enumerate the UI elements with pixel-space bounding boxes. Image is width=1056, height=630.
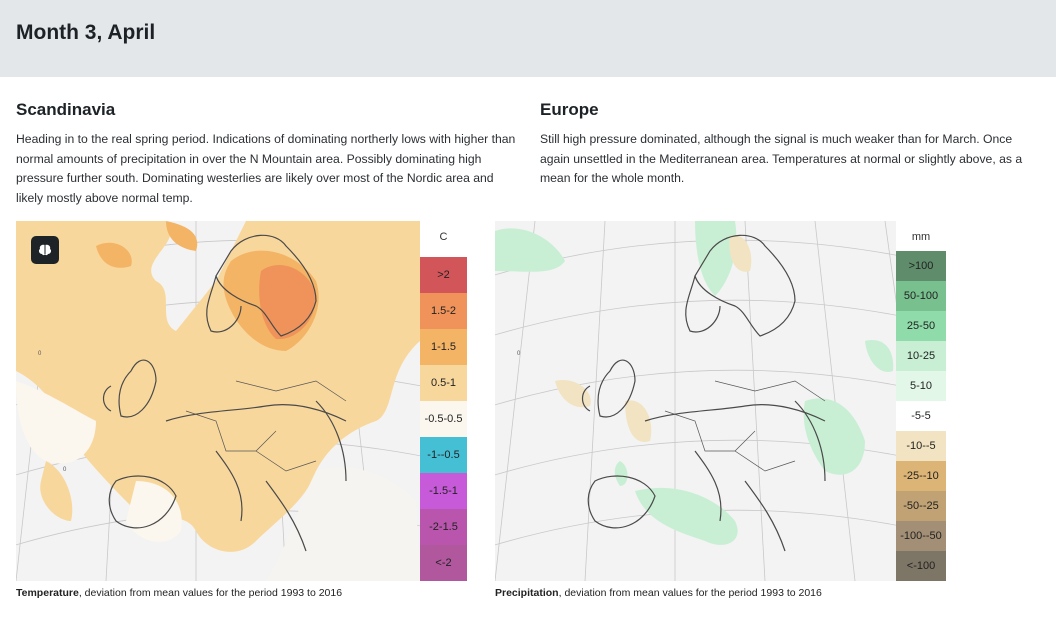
temperature-legend-item: -0.5-0.5 <box>420 401 467 437</box>
temperature-caption-text: , deviation from mean values for the per… <box>78 587 343 599</box>
scandinavia-text: Heading in to the real spring period. In… <box>16 132 516 205</box>
precipitation-legend-item: 50-100 <box>896 281 946 311</box>
precipitation-legend-item: <-100 <box>896 551 946 581</box>
europe-section: Europe Still high pressure dominated, al… <box>540 100 1040 189</box>
precipitation-legend-item: -25--10 <box>896 461 946 491</box>
temperature-legend-item: >2 <box>420 257 467 293</box>
temperature-map: 0 0 C >2 1.5-2 1-1.5 0.5-1 -0.5-0.5 -1--0.5 -1… <box>16 221 467 581</box>
temperature-legend-item: <-2 <box>420 545 467 581</box>
precipitation-legend-unit: mm <box>911 231 931 243</box>
page-header: Month 3, April <box>0 0 1056 77</box>
precipitation-legend-item: -10--5 <box>896 431 946 461</box>
temperature-caption-bold: Temperature <box>16 587 79 599</box>
precipitation-map: 0 mm >100 50-100 25-50 10-25 5-10 -5-5 -10--5-… <box>495 221 946 581</box>
temperature-legend-item: -2-1.5 <box>420 509 467 545</box>
temperature-legend-item: -1.5-1 <box>420 473 467 509</box>
precipitation-legend-item: 5-10 <box>896 371 946 401</box>
temperature-legend-item: 0.5-1 <box>420 365 467 401</box>
precipitation-caption: Precipitation, deviation from mean value… <box>495 587 822 599</box>
scandinavia-heading: Scandinavia <box>16 100 116 119</box>
brain-icon-button[interactable] <box>31 236 59 264</box>
precipitation-legend-item: -50--25 <box>896 491 946 521</box>
temperature-legend-item: 1-1.5 <box>420 329 467 365</box>
precipitation-legend-item: >100 <box>896 251 946 281</box>
precipitation-legend-item: -100--50 <box>896 521 946 551</box>
temperature-legend-item: 1.5-2 <box>420 293 467 329</box>
precipitation-legend-item: 10-25 <box>896 341 946 371</box>
temperature-map-image: 0 0 <box>16 221 467 581</box>
precipitation-legend: mm >100 50-100 25-50 10-25 5-10 -5-5 -10--5 -25… <box>896 221 946 581</box>
europe-heading: Europe <box>540 100 599 119</box>
precipitation-legend-item: -5-5 <box>896 401 946 431</box>
temperature-legend-unit: C <box>439 231 448 243</box>
scandinavia-section: Scandinavia Heading in to the real sprin… <box>16 100 516 208</box>
precipitation-caption-text: , deviation from mean values for the per… <box>558 587 822 599</box>
temperature-caption: Temperature, deviation from mean values … <box>16 587 342 599</box>
temperature-legend-item: -1--0.5 <box>420 437 467 473</box>
page-title: Month 3, April <box>16 21 156 44</box>
precipitation-caption-bold: Precipitation <box>495 587 559 599</box>
temperature-legend: C >2 1.5-2 1-1.5 0.5-1 -0.5-0.5 -1--0.5 -1.5-1… <box>420 221 467 581</box>
precipitation-map-image: 0 <box>495 221 946 581</box>
precipitation-legend-item: 25-50 <box>896 311 946 341</box>
europe-text: Still high pressure dominated, although … <box>540 132 1023 185</box>
brain-icon <box>38 244 52 256</box>
